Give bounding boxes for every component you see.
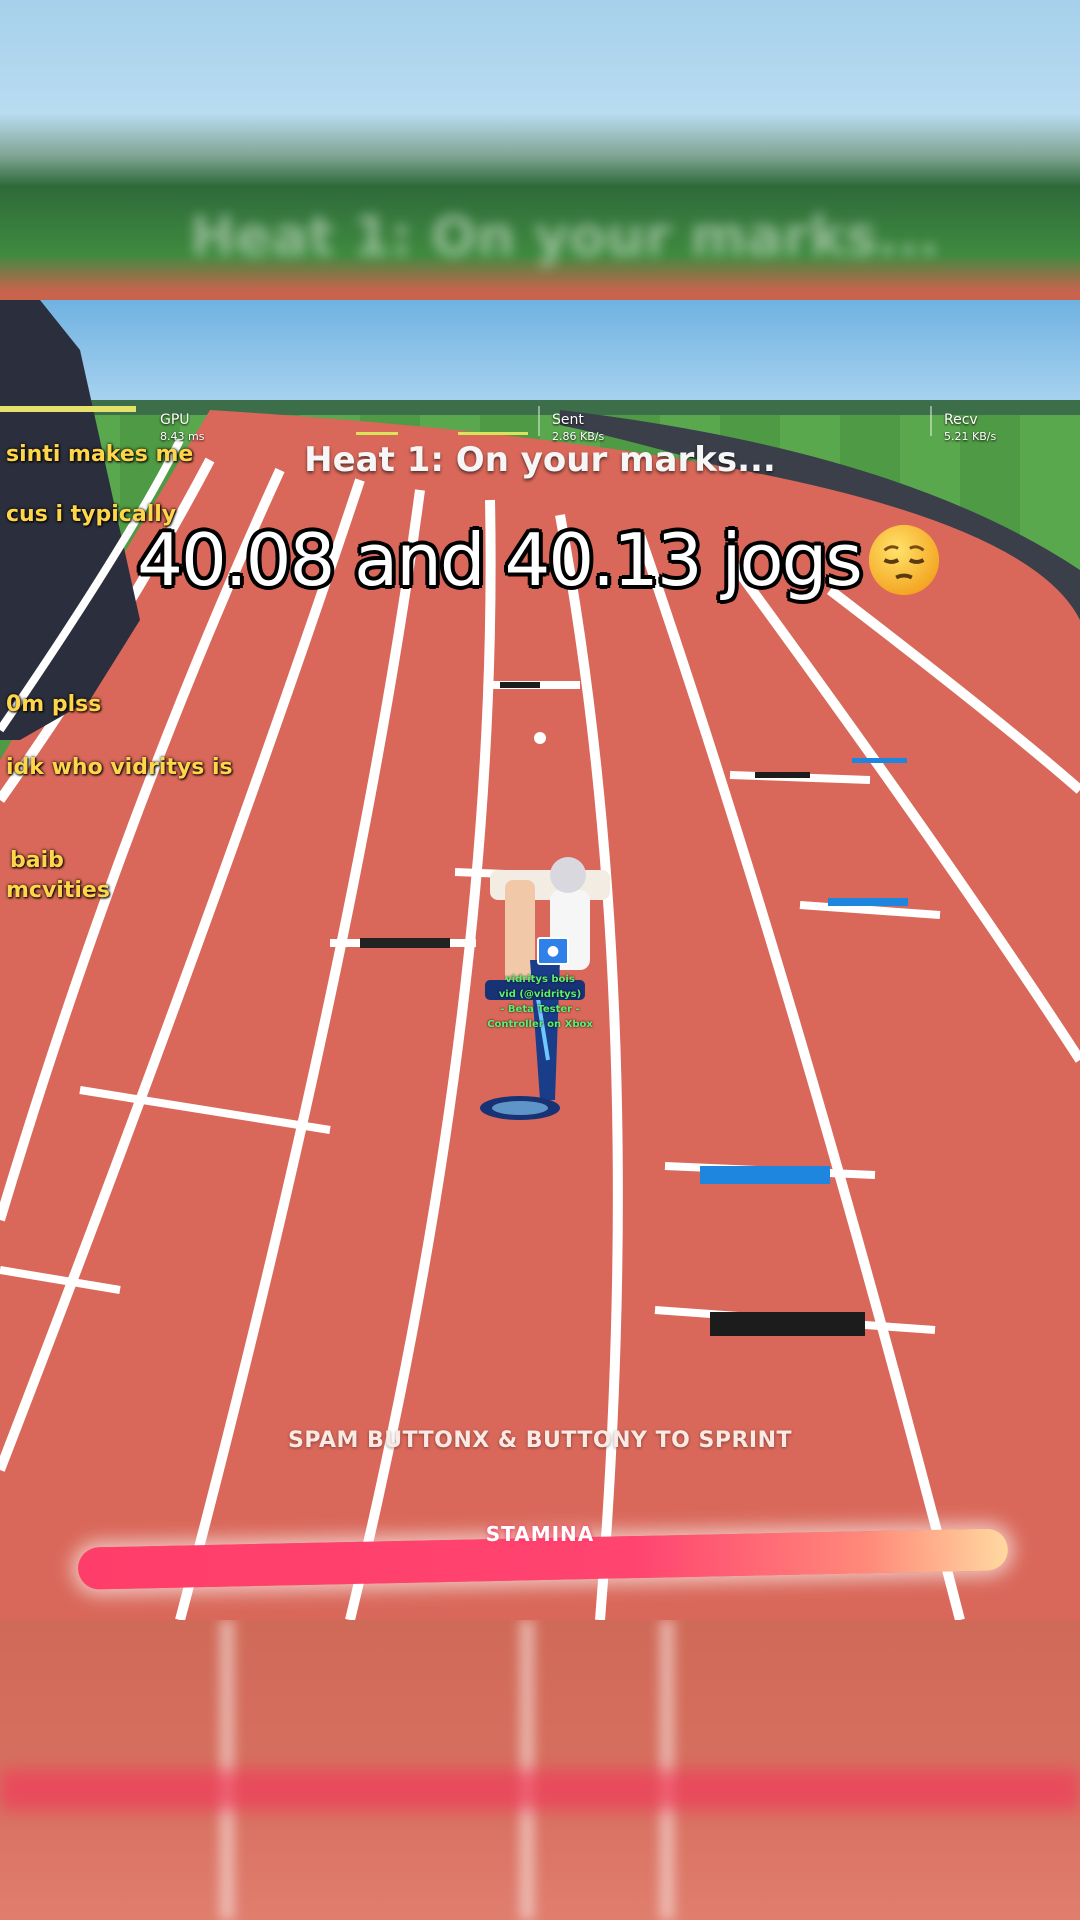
chat-line: sinti makes me — [6, 442, 194, 467]
penguin-badge-icon: ● — [537, 937, 569, 965]
player-device: Controller on Xbox — [487, 1019, 593, 1030]
black-mark — [360, 938, 450, 948]
player-handle: vid (@vidritys) — [498, 989, 582, 1000]
chat-line: idk who vidritys is — [6, 755, 233, 780]
sent-graph — [356, 432, 398, 435]
player-nametag[interactable]: vidritys bois vid (@vidritys) - Beta Tes… — [480, 972, 600, 1032]
video-caption: 40.08 and 40.13 jogs — [0, 518, 1080, 602]
stat-separator — [930, 406, 932, 436]
gpu-label: GPU — [160, 412, 190, 428]
caption-text: 40.08 and 40.13 jogs — [137, 518, 863, 602]
recv-label: Recv — [944, 412, 978, 428]
black-mark — [755, 772, 810, 778]
stat-separator — [538, 406, 540, 436]
player-role: - Beta Tester - — [500, 1004, 580, 1015]
chat-line: 0m plss — [6, 692, 102, 717]
blurred-bottom-background — [0, 1620, 1080, 1920]
game-viewport: GPU 8.43 ms Sent 2.86 KB/s Recv 5.21 KB/… — [0, 300, 1080, 1620]
black-mark — [500, 682, 540, 688]
track-marker-dot — [534, 732, 546, 744]
chat-line: baib — [10, 848, 64, 873]
blurred-heat-message: Heat 1: On your marks... — [190, 205, 940, 268]
black-mark — [710, 1312, 865, 1336]
gpu-graph — [0, 406, 136, 412]
chat-line: mcvities — [6, 878, 110, 903]
sprint-instruction: SPAM BUTTONX & BUTTONY TO SPRINT — [288, 1428, 792, 1453]
relieved-face-emoji-icon — [868, 524, 939, 596]
blurred-stamina-bar — [0, 1770, 1080, 1810]
player-name: vidritys bois — [505, 974, 575, 985]
sent-graph — [458, 432, 528, 435]
blue-mark — [852, 758, 907, 763]
blue-mark — [700, 1166, 830, 1184]
blue-mark — [828, 898, 908, 906]
blurred-top-background: Heat 1: On your marks... — [0, 0, 1080, 300]
sent-label: Sent — [552, 412, 584, 428]
stamina-label: STAMINA — [485, 1522, 595, 1546]
